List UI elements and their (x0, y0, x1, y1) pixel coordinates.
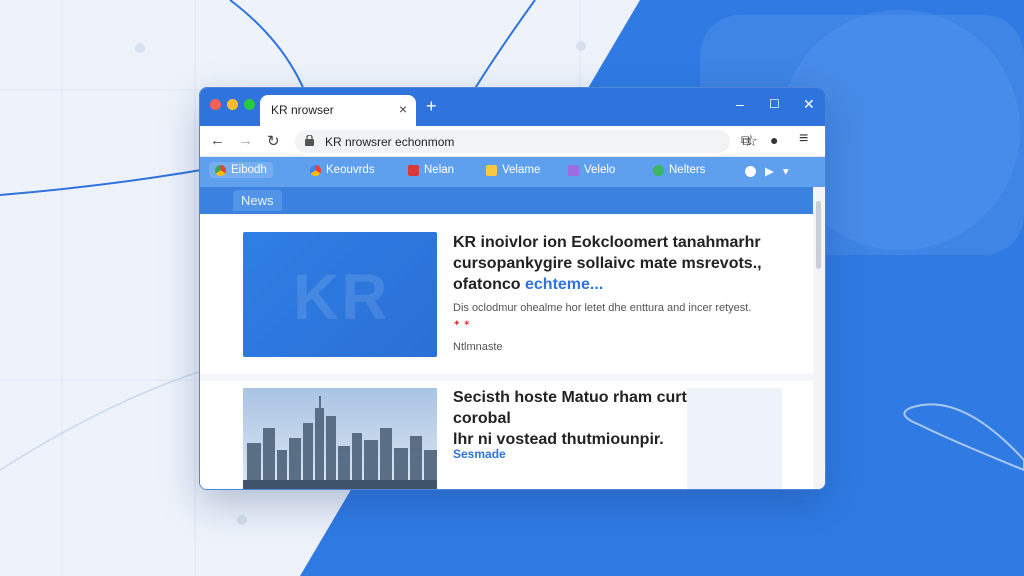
scrollbar-thumb[interactable] (816, 201, 821, 269)
article-thumbnail[interactable]: KR (243, 232, 437, 357)
chrome-icon (215, 164, 226, 176)
tab-title: KR nrowser (271, 103, 334, 117)
toolbar: ← → ↻ KR nrowsrer echonmom ☆ ⧉ ● ≡ (200, 126, 825, 157)
shield-icon (653, 164, 664, 176)
close-window-icon[interactable]: ✕ (803, 96, 815, 113)
bookmark-item[interactable]: Nelan (408, 164, 454, 176)
minimize-window-icon[interactable]: – (736, 96, 744, 112)
bookmark-item[interactable]: Keouvrds (310, 164, 375, 176)
article-summary: Dis oclodmur ohealme hor letet dhe enttu… (453, 302, 752, 314)
maximize-window-icon[interactable]: ☐ (769, 97, 780, 111)
scrollbar[interactable] (813, 187, 825, 489)
forward-arrow-icon[interactable]: → (238, 132, 253, 149)
article-title[interactable]: KR inoivlor ion Eokcloomert tanahmarhr c… (453, 232, 783, 295)
browser-tab[interactable]: KR nrowser × (260, 95, 416, 126)
minimize-dot[interactable] (227, 99, 238, 110)
url-text: KR nrowsrer echonmom (325, 135, 455, 149)
thumbnail-logo-text: KR (293, 261, 390, 333)
back-arrow-icon[interactable]: ← (210, 132, 225, 149)
folder-icon (486, 164, 497, 176)
bookmark-item[interactable]: Velame (486, 164, 540, 176)
bookmark-item[interactable]: Velelo (568, 164, 615, 176)
bookmark-item[interactable]: Nelters (653, 164, 705, 176)
document-icon (568, 164, 579, 176)
new-tab-icon[interactable]: + (426, 96, 437, 117)
reaction-icons: ✦ ✶ (453, 318, 471, 328)
chrome-icon (310, 164, 321, 176)
article-card[interactable]: Secisth hoste Matuo rham curtidao io, co… (200, 381, 815, 489)
play-icon[interactable]: ▶ (765, 164, 774, 178)
lock-icon (305, 135, 314, 146)
article-card[interactable]: KR KR inoivlor ion Eokcloomert tanahmarh… (200, 214, 815, 374)
reload-icon[interactable]: ↻ (267, 132, 280, 150)
close-dot[interactable] (210, 99, 221, 110)
menu-icon[interactable]: ≡ (799, 130, 808, 148)
tab-close-icon[interactable]: × (399, 101, 407, 117)
title-bar: KR nrowser × + – ☐ ✕ (200, 88, 825, 126)
city-skyline-image[interactable] (243, 388, 437, 489)
ad-placeholder (687, 388, 782, 489)
gmail-icon (408, 164, 419, 176)
page-content: News KR KR inoivlor ion Eokcloomert tana… (200, 187, 815, 489)
maximize-dot[interactable] (244, 99, 255, 110)
browser-window: KR nrowser × + – ☐ ✕ ← → ↻ KR nrowsrer e… (199, 87, 826, 490)
bookmark-item[interactable]: Eibodh (209, 162, 273, 178)
avatar (745, 165, 756, 177)
bookmarks-bar: Eibodh Keouvrds Nelan Velame Velelo Nelt… (200, 157, 825, 187)
chevron-down-icon[interactable]: ▾ (783, 164, 789, 178)
profile-icon[interactable]: ● (770, 132, 778, 148)
article-tag[interactable]: Sesmade (453, 447, 506, 461)
article-meta: Ntlmnaste (453, 341, 503, 353)
address-bar[interactable]: KR nrowsrer echonmom ☆ (295, 130, 758, 153)
extensions-icon[interactable]: ⧉ (741, 132, 751, 149)
news-tab[interactable]: News (233, 190, 282, 211)
traffic-lights (210, 99, 255, 110)
bookmark-overflow[interactable]: ▶ ▾ (745, 164, 789, 178)
news-section-bar: News (200, 187, 815, 214)
